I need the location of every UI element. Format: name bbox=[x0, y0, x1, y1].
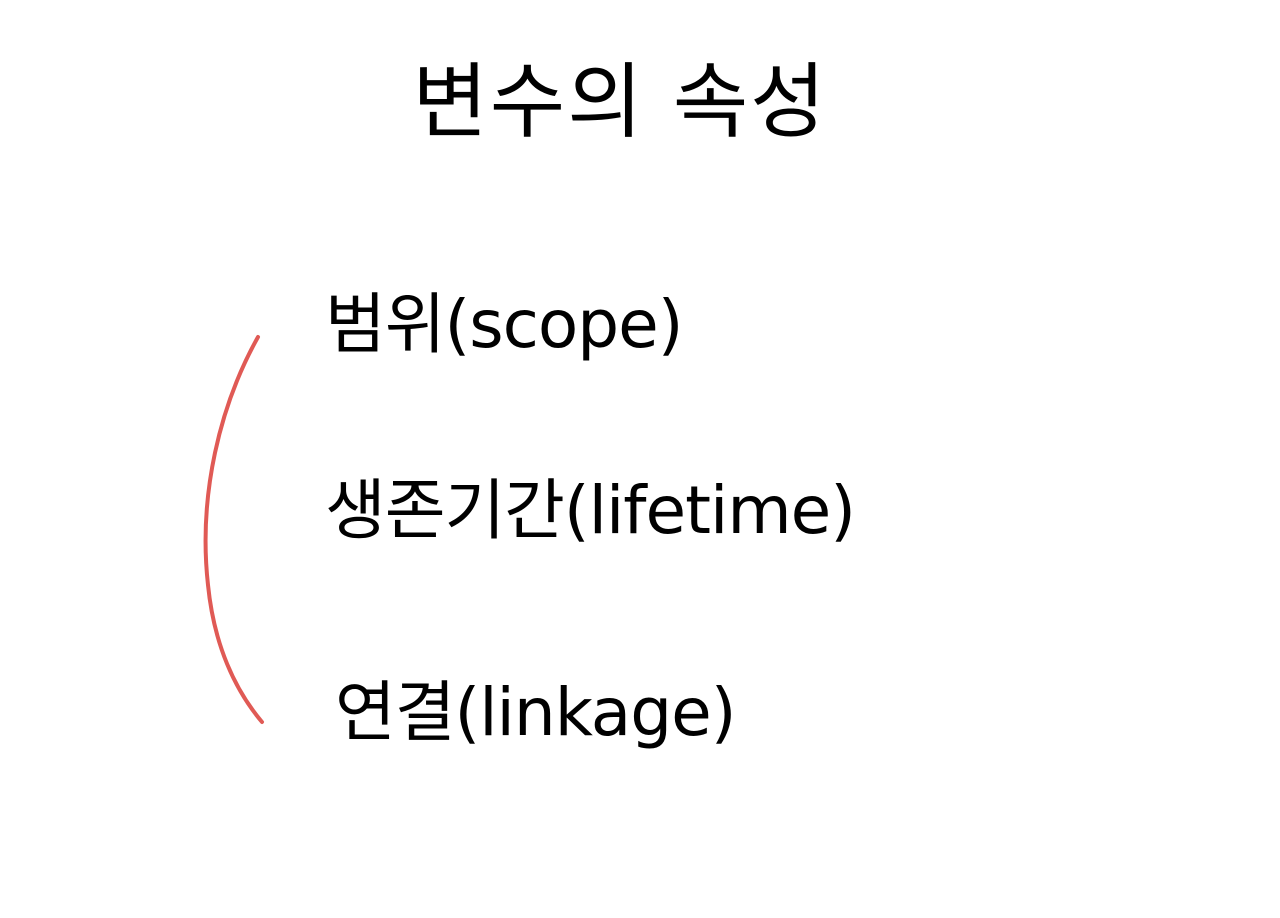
list-item-linkage: 연결(linkage) bbox=[335, 674, 736, 751]
red-bracket-annotation bbox=[203, 335, 264, 724]
slide-title: 변수의 속성 bbox=[412, 55, 828, 150]
list-item-scope: 범위(scope) bbox=[325, 286, 683, 363]
list-item-lifetime: 생존기간(lifetime) bbox=[325, 472, 856, 549]
bracket-stroke bbox=[203, 335, 264, 724]
slide: 변수의 속성 범위(scope) 생존기간(lifetime) 연결(linka… bbox=[0, 0, 1280, 918]
